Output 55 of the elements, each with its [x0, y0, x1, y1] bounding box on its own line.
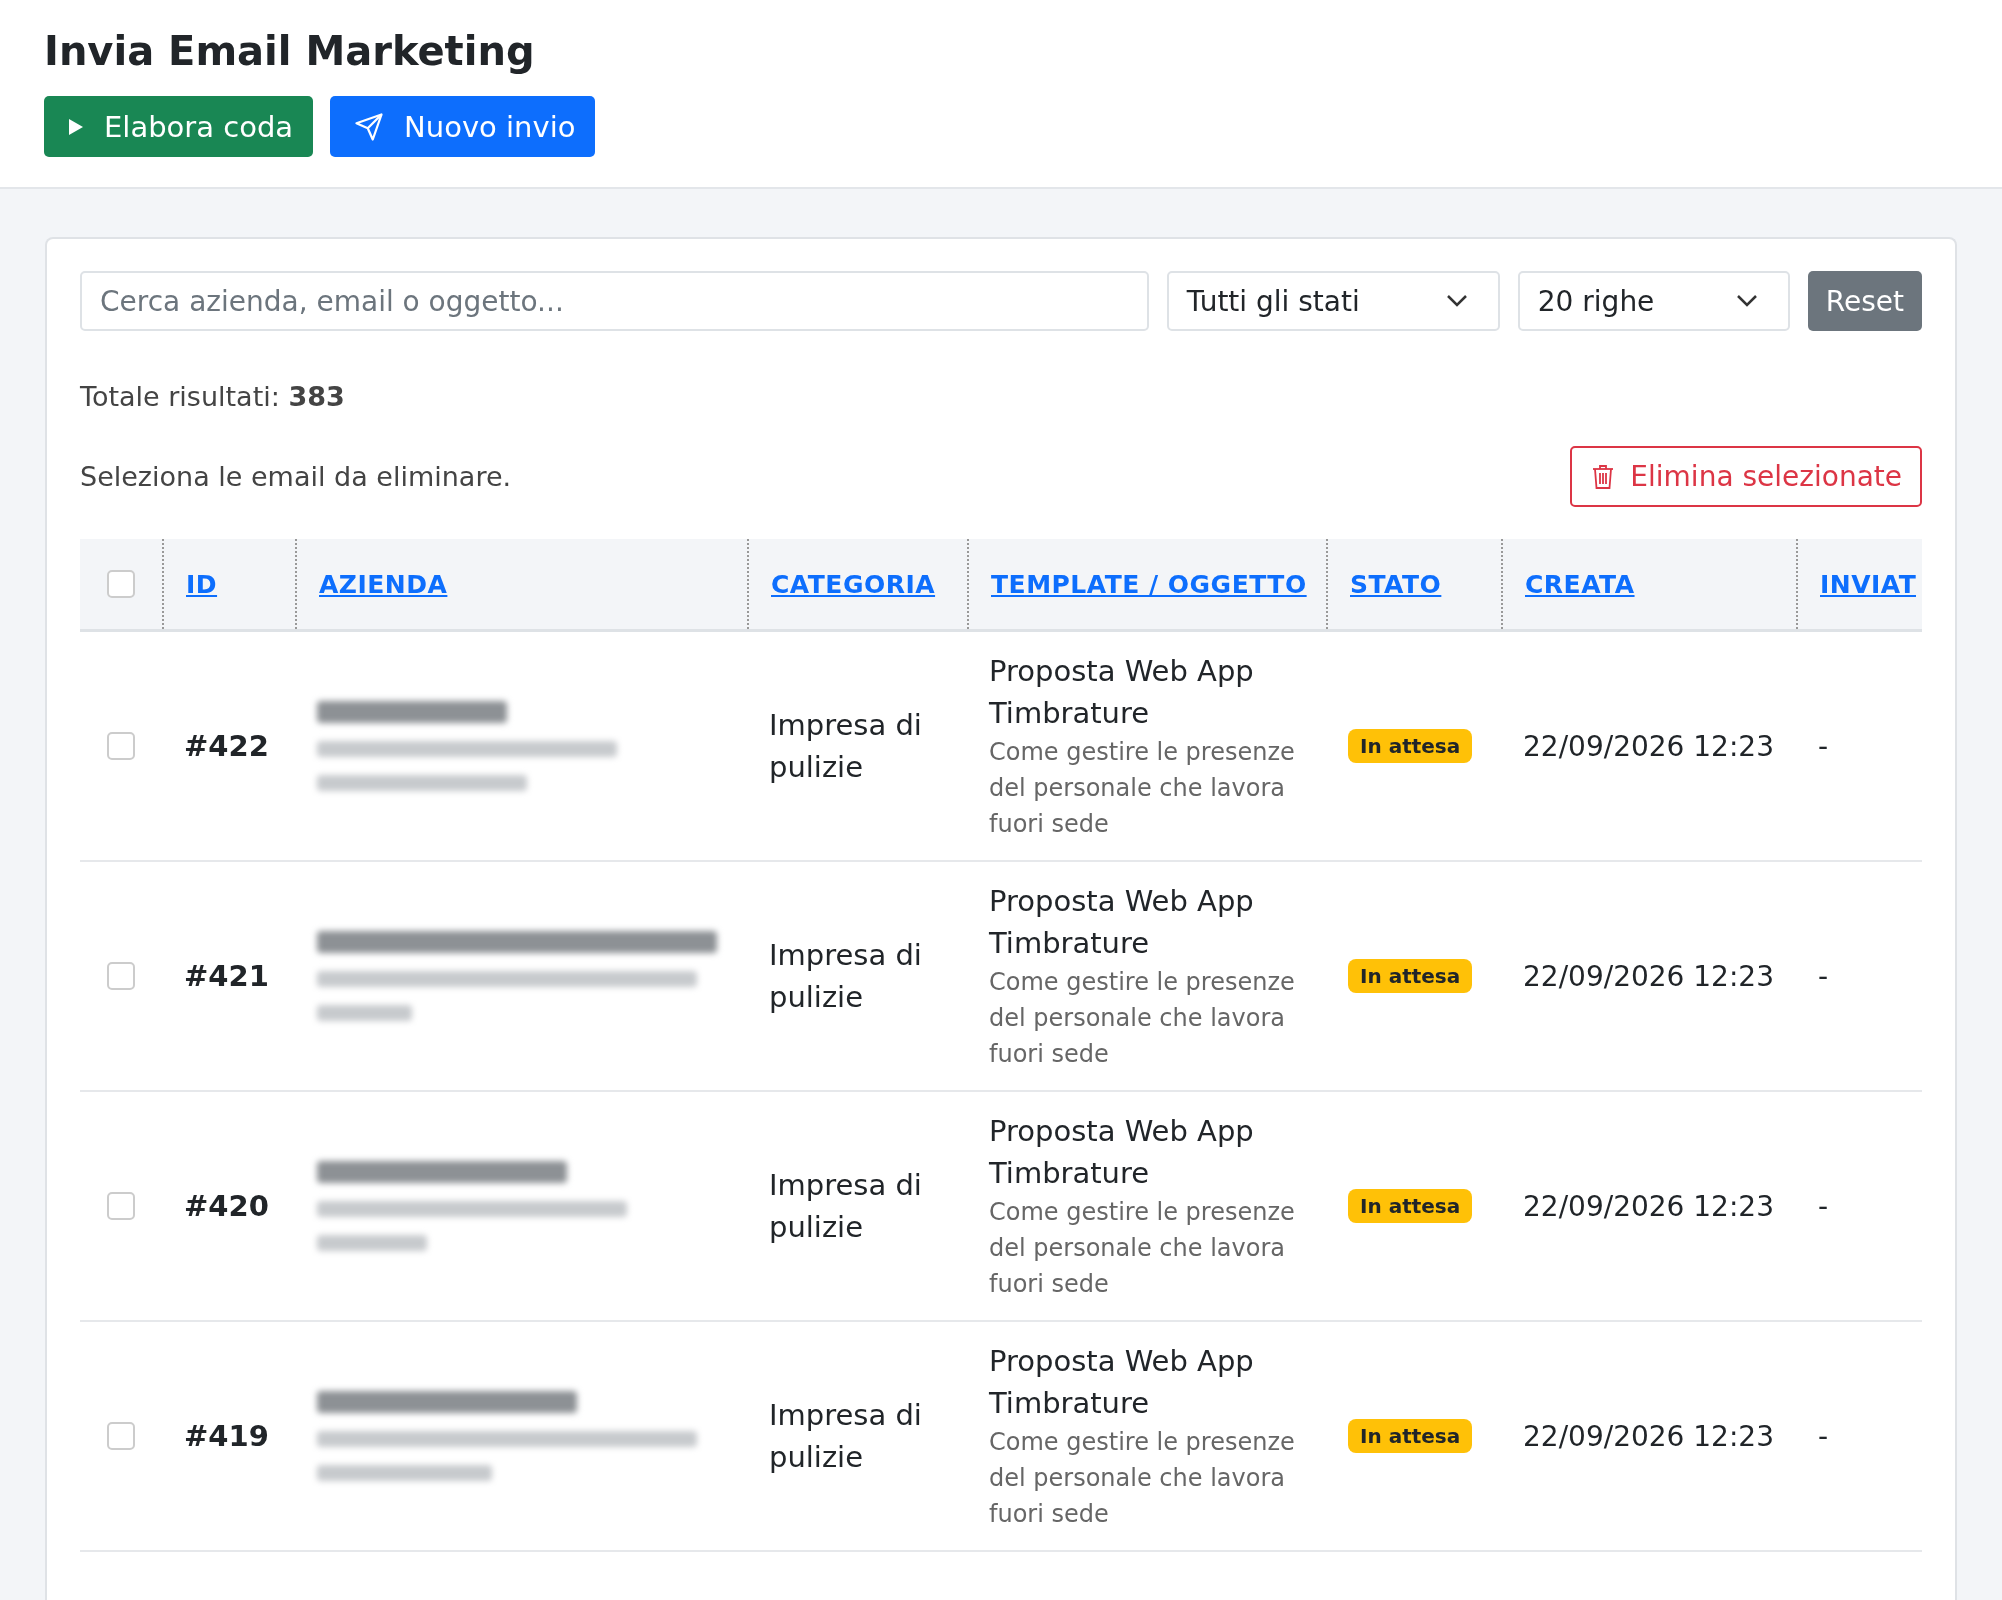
category-text: Impresa di pulizie [769, 1167, 923, 1246]
row-id: #420 [184, 1189, 269, 1223]
template-name: Proposta Web App Timbrature [989, 1343, 1255, 1422]
email-subject: Come gestire le presenze del personale che lavora fuori sede [989, 737, 1296, 840]
status-badge: In attesa [1348, 729, 1473, 763]
process-queue-button[interactable]: Elabora coda [44, 96, 314, 157]
total-results: Totale risultati: 383 [80, 381, 346, 412]
template-name: Proposta Web App Timbrature [989, 653, 1255, 732]
sent-date: - [1818, 729, 1829, 763]
sort-column-link[interactable]: AZIENDA [319, 569, 448, 599]
new-send-button[interactable]: Nuovo invio [330, 96, 596, 157]
template-name: Proposta Web App Timbrature [989, 883, 1255, 962]
email-subject: Come gestire le presenze del personale che lavora fuori sede [989, 1197, 1296, 1300]
sort-column-link[interactable]: CATEGORIA [771, 569, 936, 599]
chevron-down-icon [1735, 294, 1758, 308]
chevron-down-icon [1445, 294, 1468, 308]
sent-date: - [1818, 1419, 1829, 1453]
template-name: Proposta Web App Timbrature [989, 1113, 1255, 1192]
category-text: Impresa di pulizie [769, 937, 923, 1016]
reset-button[interactable]: Reset [1807, 271, 1922, 331]
email-subject: Come gestire le presenze del personale che lavora fuori sede [989, 1427, 1296, 1530]
page-title: Invia Email Marketing [44, 28, 536, 74]
rows-select[interactable]: 20 righe [1517, 271, 1790, 331]
row-checkbox[interactable] [107, 732, 135, 760]
sent-date: - [1818, 1189, 1829, 1223]
sort-column-link[interactable]: ID [186, 569, 218, 599]
status-select[interactable]: Tutti gli stati [1166, 271, 1500, 331]
row-id: #419 [184, 1419, 269, 1453]
sort-column-link[interactable]: CREATA [1525, 569, 1635, 599]
created-date: 22/09/2026 12:23 [1523, 959, 1774, 993]
sort-column-link[interactable]: INVIAT [1820, 569, 1916, 599]
row-id: #421 [184, 959, 269, 993]
row-checkbox[interactable] [107, 1422, 135, 1450]
status-badge: In attesa [1348, 959, 1473, 993]
category-text: Impresa di pulizie [769, 1397, 923, 1476]
created-date: 22/09/2026 12:23 [1523, 1419, 1774, 1453]
created-date: 22/09/2026 12:23 [1523, 729, 1774, 763]
status-badge: In attesa [1348, 1189, 1473, 1223]
row-id: #422 [184, 729, 269, 763]
play-icon [68, 117, 84, 136]
email-subject: Come gestire le presenze del personale che lavora fuori sede [989, 967, 1296, 1070]
paper-plane-icon [354, 111, 385, 142]
sent-date: - [1818, 959, 1829, 993]
row-checkbox[interactable] [107, 962, 135, 990]
sort-column-link[interactable]: TEMPLATE / OGGETTO [991, 569, 1307, 599]
row-checkbox[interactable] [107, 1192, 135, 1220]
created-date: 22/09/2026 12:23 [1523, 1189, 1774, 1223]
status-badge: In attesa [1348, 1419, 1473, 1453]
select-all-checkbox[interactable] [107, 570, 135, 598]
category-text: Impresa di pulizie [769, 707, 923, 786]
trash-icon [1592, 463, 1615, 490]
selection-hint: Seleziona le email da eliminare. [80, 461, 512, 492]
sort-column-link[interactable]: STATO [1350, 569, 1442, 599]
search-field[interactable]: Cerca azienda, email o oggetto... [80, 271, 1149, 331]
delete-selected-button[interactable]: Elimina selezionate [1570, 446, 1922, 507]
